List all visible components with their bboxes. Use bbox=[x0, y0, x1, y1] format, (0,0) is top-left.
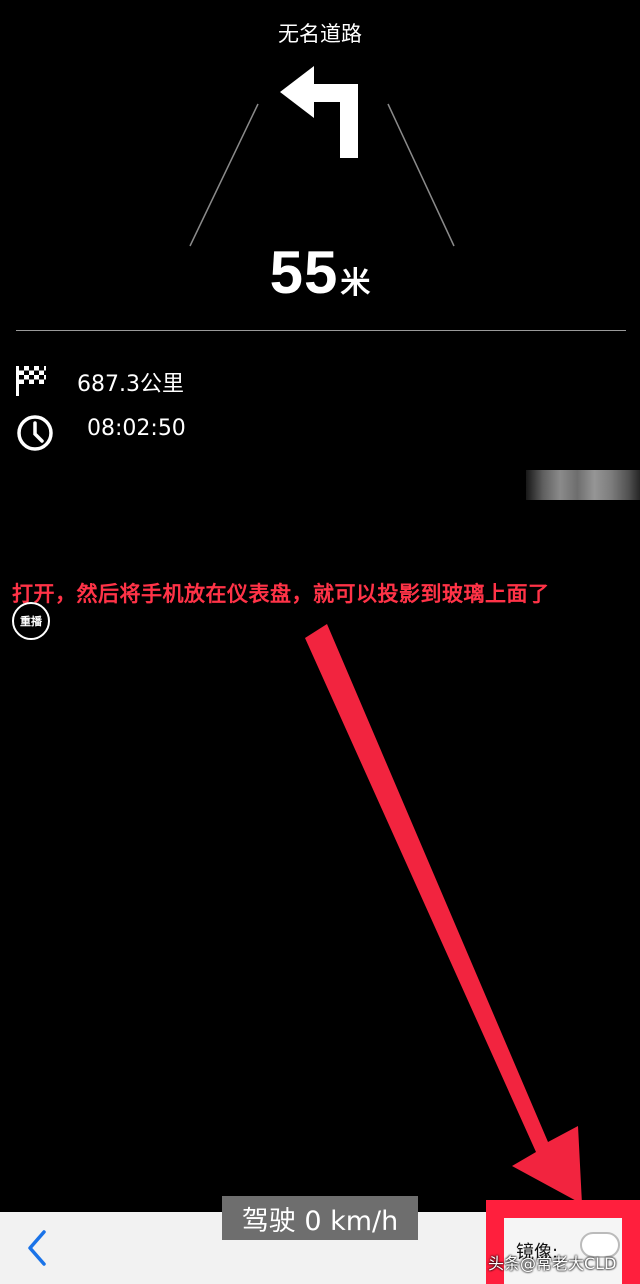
replay-button[interactable]: 重播 bbox=[12, 602, 50, 640]
road-name: 无名道路 bbox=[278, 22, 362, 46]
turn-distance: 55米 bbox=[0, 238, 640, 307]
watermark: 头条@常老大CLD bbox=[488, 1254, 617, 1273]
remaining-distance: 687.3公里 bbox=[77, 372, 184, 397]
back-chevron-icon[interactable] bbox=[20, 1226, 54, 1270]
turn-left-arrow-icon bbox=[280, 66, 358, 158]
distance-unit: 米 bbox=[340, 266, 371, 301]
annotation-text: 打开，然后将手机放在仪表盘，就可以投影到玻璃上面了 bbox=[12, 582, 550, 606]
clock-icon bbox=[17, 415, 53, 451]
blurred-area bbox=[526, 470, 640, 500]
distance-value: 55 bbox=[269, 239, 339, 306]
checkered-flag-icon bbox=[16, 366, 46, 396]
arrival-time: 08:02:50 bbox=[87, 416, 186, 441]
speed-readout: 驾驶 0 km/h bbox=[222, 1196, 418, 1240]
divider bbox=[16, 330, 626, 331]
